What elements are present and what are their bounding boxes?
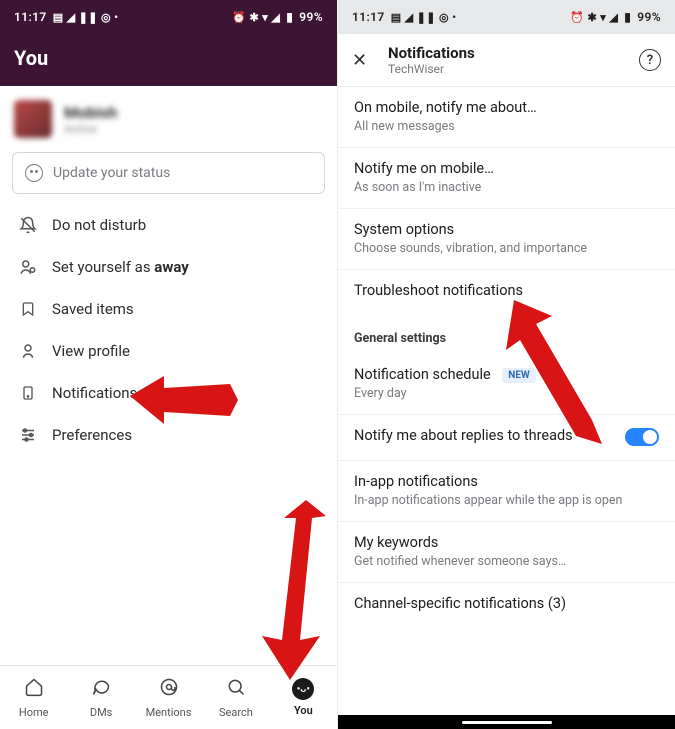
search-icon [226,677,246,702]
menu-notifications[interactable]: Notifications [0,372,337,414]
status-bar-left: 11:17 ▤ ◢ ❚❚ ◎ • ⏰ ✱ ▾ ◢ ▮ 99% [0,0,337,34]
settings-list: On mobile, notify me about… All new mess… [338,87,675,628]
menu-preferences[interactable]: Preferences [0,414,337,456]
status-input[interactable]: Update your status [12,152,325,194]
status-battery: 99% [299,10,323,24]
header-subtitle: TechWiser [388,62,627,76]
smiley-icon [25,164,43,182]
status-notif-icons: ▤ ◢ ❚❚ ◎ • [53,11,119,24]
setting-notification-schedule[interactable]: Notification schedule NEW Every day [338,354,675,415]
bottom-tab-bar: Home DMs Mentions [0,665,337,729]
status-battery-icon: ▮ [286,10,293,24]
bookmark-icon [18,299,38,319]
new-badge: NEW [502,368,535,383]
tab-search[interactable]: Search [202,666,269,729]
help-icon[interactable]: ? [639,49,661,71]
person-icon [18,341,38,361]
profile-row[interactable]: Mobish Active [0,86,337,152]
profile-name: Mobish [64,103,117,122]
menu-do-not-disturb[interactable]: Do not disturb [0,204,337,246]
setting-on-mobile[interactable]: On mobile, notify me about… All new mess… [338,87,675,148]
menu-set-away[interactable]: Set yourself as away [0,246,337,288]
home-icon [24,677,44,702]
close-icon[interactable]: ✕ [352,50,376,71]
setting-notify-mobile[interactable]: Notify me on mobile… As soon as I'm inac… [338,148,675,209]
avatar [14,100,52,138]
status-battery: 99% [637,10,661,24]
notifications-header: ✕ Notifications TechWiser ? [338,34,675,87]
status-system-icons: ⏰ ✱ ▾ ◢ [570,11,618,24]
status-time: 11:17 [14,10,47,24]
setting-troubleshoot[interactable]: Troubleshoot notifications [338,270,675,315]
status-notif-icons: ▤ ◢ ❚❚ ◎ • [391,11,457,24]
android-nav-bar [338,715,675,729]
sliders-icon [18,425,38,445]
setting-channel-specific[interactable]: Channel-specific notifications (3) [338,583,675,628]
left-phone: 11:17 ▤ ◢ ❚❚ ◎ • ⏰ ✱ ▾ ◢ ▮ 99% You Mobis… [0,0,337,729]
profile-status: Active [64,122,117,136]
header-title: Notifications [388,44,627,62]
setting-in-app[interactable]: In-app notifications In-app notification… [338,461,675,522]
status-system-icons: ⏰ ✱ ▾ ◢ [232,11,280,24]
status-placeholder: Update your status [53,165,170,181]
menu-saved-items[interactable]: Saved items [0,288,337,330]
status-time: 11:17 [352,10,385,24]
mobile-notification-icon [18,383,38,403]
setting-keywords[interactable]: My keywords Get notified whenever someon… [338,522,675,583]
bell-off-icon [18,215,38,235]
tab-dms[interactable]: DMs [67,666,134,729]
status-bar-right: 11:17 ▤ ◢ ❚❚ ◎ • ⏰ ✱ ▾ ◢ ▮ 99% [338,0,675,34]
tab-mentions[interactable]: Mentions [135,666,202,729]
setting-thread-replies[interactable]: Notify me about replies to threads [338,415,675,461]
person-away-icon [18,257,38,277]
tab-home[interactable]: Home [0,666,67,729]
menu-view-profile[interactable]: View profile [0,330,337,372]
menu: Do not disturb Set yourself as away Save… [0,204,337,456]
toggle-switch[interactable] [625,428,659,446]
section-general-settings: General settings [338,315,675,354]
status-battery-icon: ▮ [624,10,631,24]
mentions-icon [159,677,179,702]
tab-you[interactable]: •ᴗ• You [270,666,337,729]
setting-system-options[interactable]: System options Choose sounds, vibration,… [338,209,675,270]
you-active-icon: •ᴗ• [292,678,314,700]
right-phone: 11:17 ▤ ◢ ❚❚ ◎ • ⏰ ✱ ▾ ◢ ▮ 99% ✕ Notific… [337,0,675,729]
page-title: You [0,34,337,86]
dms-icon [91,677,111,702]
